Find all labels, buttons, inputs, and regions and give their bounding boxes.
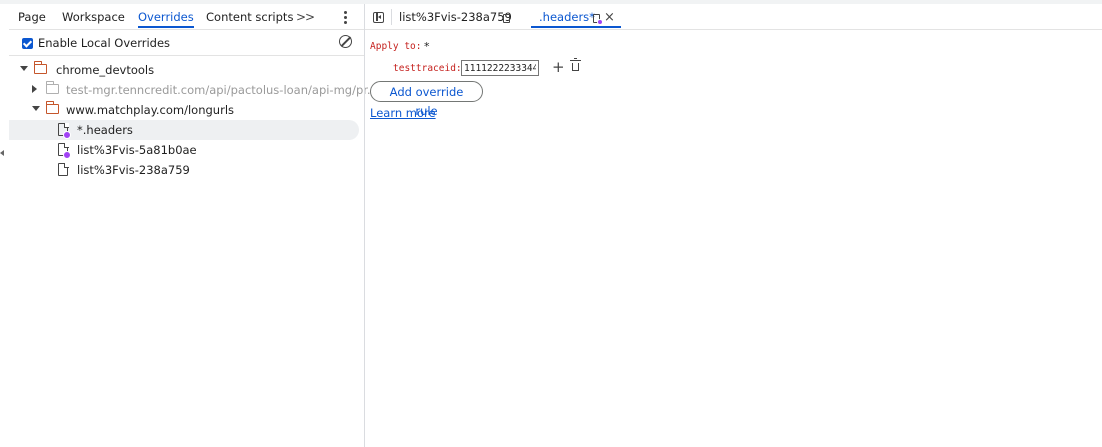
tree-item-label: www.matchplay.com/longurls bbox=[66, 103, 235, 117]
tree-item-file[interactable]: list%3Fvis-5a81b0ae bbox=[9, 140, 359, 160]
tree-item-domain-collapsed[interactable]: test-mgr.tenncredit.com/api/pactolus-loa… bbox=[9, 80, 378, 100]
pane-splitter[interactable] bbox=[364, 4, 365, 447]
folder-icon bbox=[45, 101, 59, 114]
tab-separator bbox=[391, 9, 392, 25]
header-name[interactable]: testtraceid: bbox=[393, 63, 462, 74]
enable-overrides-row: Enable Local Overrides bbox=[9, 31, 364, 56]
clear-overrides-block-icon[interactable] bbox=[339, 35, 352, 48]
tree-item-label: list%3Fvis-238a759 bbox=[77, 163, 190, 177]
file-icon bbox=[503, 14, 510, 23]
more-tabs-chevron-icon[interactable]: >> bbox=[296, 4, 315, 28]
modified-dot-icon bbox=[63, 151, 71, 159]
tab-page[interactable]: Page bbox=[18, 4, 46, 28]
tab-content-scripts[interactable]: Content scripts bbox=[206, 4, 293, 28]
editor-tab[interactable]: list%3Fvis-238a759 bbox=[399, 4, 512, 28]
more-options-kebab-icon[interactable] bbox=[344, 11, 348, 25]
header-value-input[interactable] bbox=[461, 60, 539, 76]
tree-item-label: test-mgr.tenncredit.com/api/pactolus-loa… bbox=[66, 83, 378, 97]
tab-overrides[interactable]: Overrides bbox=[138, 4, 194, 28]
tab-workspace[interactable]: Workspace bbox=[62, 4, 125, 28]
toggle-navigator-icon[interactable] bbox=[373, 12, 384, 23]
enable-overrides-label[interactable]: Enable Local Overrides bbox=[38, 36, 170, 50]
collapse-triangle-icon[interactable] bbox=[32, 85, 37, 93]
apply-to-label: Apply to: bbox=[370, 41, 422, 52]
expand-triangle-icon[interactable] bbox=[20, 66, 28, 71]
modified-dot-icon bbox=[597, 19, 603, 25]
tree-item-domain-expanded[interactable]: www.matchplay.com/longurls bbox=[9, 100, 359, 120]
delete-header-trash-icon[interactable] bbox=[570, 58, 581, 71]
editor-tab-label: .headers* bbox=[539, 10, 595, 24]
close-tab-icon[interactable]: × bbox=[604, 11, 615, 24]
tree-item-root[interactable]: chrome_devtools bbox=[9, 60, 359, 80]
enable-overrides-checkbox[interactable] bbox=[22, 38, 33, 49]
add-header-plus-icon[interactable]: + bbox=[552, 60, 565, 75]
learn-more-link[interactable]: Learn more bbox=[370, 106, 436, 120]
editor-tabbar: list%3Fvis-238a759 .headers* × bbox=[365, 4, 1102, 30]
tree-item-file[interactable]: list%3Fvis-238a759 bbox=[9, 160, 359, 180]
folder-icon bbox=[33, 61, 47, 74]
expand-triangle-icon[interactable] bbox=[32, 106, 40, 111]
tree-item-label: *.headers bbox=[77, 123, 133, 137]
tree-item-headers-file[interactable]: *.headers bbox=[9, 120, 359, 140]
overrides-sidebar: Page Workspace Overrides Content scripts… bbox=[9, 4, 378, 447]
apply-to-value[interactable]: * bbox=[424, 40, 430, 53]
collapse-arrow-icon[interactable] bbox=[0, 150, 4, 156]
modified-dot-icon bbox=[63, 131, 71, 139]
tree-item-label: chrome_devtools bbox=[56, 63, 155, 77]
add-override-rule-button[interactable]: Add override rule bbox=[370, 81, 483, 118]
tree-item-label: list%3Fvis-5a81b0ae bbox=[77, 143, 197, 157]
sources-nav-tabbar: Page Workspace Overrides Content scripts… bbox=[9, 4, 364, 30]
file-icon bbox=[58, 162, 69, 176]
folder-icon bbox=[45, 81, 59, 94]
